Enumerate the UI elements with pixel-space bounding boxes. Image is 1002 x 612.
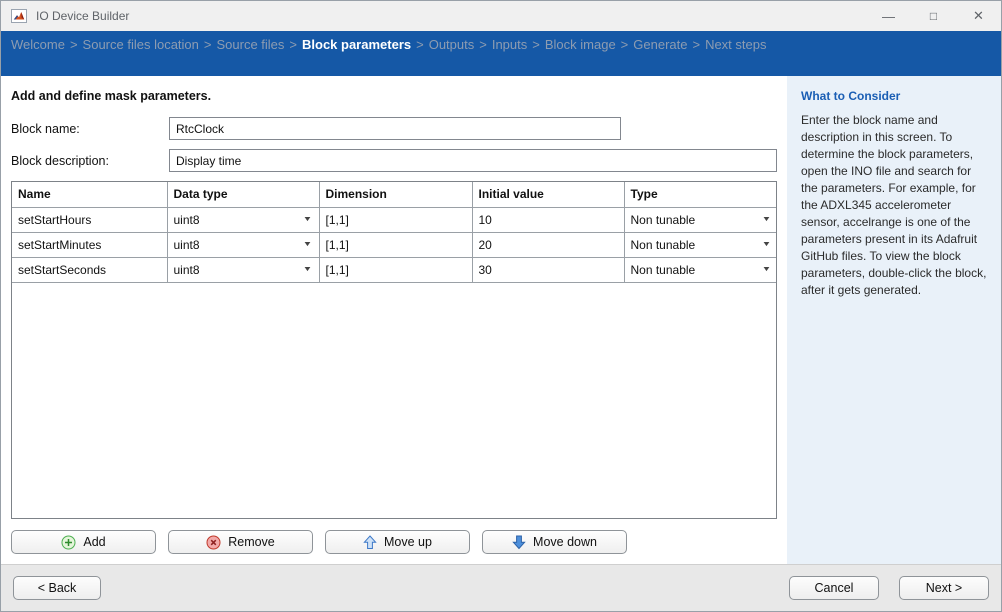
cancel-button[interactable]: Cancel [789,576,879,600]
maximize-icon[interactable]: □ [911,1,956,31]
breadcrumb-separator: > [532,37,540,52]
page-title: Add and define mask parameters. [11,89,777,103]
sidebar-help-text: Enter the block name and description in … [801,112,991,299]
cell-name[interactable]: setStartMinutes [12,232,167,257]
breadcrumb-separator: > [70,37,78,52]
sidebar-title: What to Consider [801,89,991,103]
cell-dimension[interactable]: [1,1] [319,232,472,257]
move-down-button[interactable]: Move down [482,530,627,554]
remove-button-label: Remove [228,535,275,549]
table-row: setStartHours uint8▼ [1,1] 10 Non tunabl… [12,207,777,232]
block-description-label: Block description: [11,154,169,168]
footer-right-buttons: Cancel Next > [789,576,989,600]
titlebar: IO Device Builder — □ ✕ [1,1,1001,31]
block-name-row: Block name: [11,117,777,140]
cell-name[interactable]: setStartHours [12,207,167,232]
breadcrumb-step-next-steps: Next steps [705,37,766,52]
help-sidebar: What to Consider Enter the block name an… [787,76,1002,564]
breadcrumb-step-source-files-location: Source files location [83,37,199,52]
move-up-icon [363,535,377,550]
breadcrumb-separator: > [204,37,212,52]
cell-type-dropdown[interactable]: Non tunable▼ [624,207,777,232]
breadcrumb-step-inputs: Inputs [492,37,527,52]
breadcrumb-separator: > [692,37,700,52]
remove-button[interactable]: Remove [168,530,313,554]
block-name-input[interactable] [169,117,621,140]
content-area: Add and define mask parameters. Block na… [1,76,1001,564]
cell-data-type-dropdown[interactable]: uint8▼ [167,207,319,232]
window-controls: — □ ✕ [866,1,1001,31]
cell-initial-value[interactable]: 10 [472,207,624,232]
dropdown-arrow-icon: ▼ [302,216,312,223]
cell-dimension[interactable]: [1,1] [319,257,472,282]
table-row: setStartSeconds uint8▼ [1,1] 30 Non tuna… [12,257,777,282]
parameters-table: Name Data type Dimension Initial value T… [11,181,777,519]
column-header-name: Name [12,182,167,207]
breadcrumb-step-welcome: Welcome [11,37,65,52]
breadcrumb-separator: > [289,37,297,52]
cell-type-dropdown[interactable]: Non tunable▼ [624,257,777,282]
cell-initial-value[interactable]: 20 [472,232,624,257]
column-header-dimension: Dimension [319,182,472,207]
block-name-label: Block name: [11,122,169,136]
dropdown-arrow-icon: ▼ [762,266,772,273]
table-header-row: Name Data type Dimension Initial value T… [12,182,777,207]
cell-data-type-dropdown[interactable]: uint8▼ [167,257,319,282]
footer-bar: < Back Cancel Next > [1,564,1001,611]
dropdown-arrow-icon: ▼ [762,241,772,248]
close-icon[interactable]: ✕ [956,1,1001,31]
column-header-type: Type [624,182,777,207]
column-header-initial-value: Initial value [472,182,624,207]
add-button-label: Add [83,535,105,549]
next-button[interactable]: Next > [899,576,989,600]
breadcrumb-separator: > [416,37,424,52]
add-button[interactable]: Add [11,530,156,554]
move-down-icon [512,535,526,550]
back-button[interactable]: < Back [13,576,101,600]
main-panel: Add and define mask parameters. Block na… [1,76,787,564]
add-icon [61,535,76,550]
breadcrumb-step-block-image: Block image [545,37,616,52]
move-down-button-label: Move down [533,535,597,549]
breadcrumb-separator: > [479,37,487,52]
move-up-button[interactable]: Move up [325,530,470,554]
cell-type-dropdown[interactable]: Non tunable▼ [624,232,777,257]
cell-name[interactable]: setStartSeconds [12,257,167,282]
breadcrumb-separator: > [621,37,629,52]
breadcrumb-step-block-parameters-active: Block parameters [302,37,411,52]
remove-icon [206,535,221,550]
cell-dimension[interactable]: [1,1] [319,207,472,232]
dropdown-arrow-icon: ▼ [302,266,312,273]
table-row: setStartMinutes uint8▼ [1,1] 20 Non tuna… [12,232,777,257]
breadcrumb-step-outputs: Outputs [429,37,475,52]
io-device-builder-window: IO Device Builder — □ ✕ Welcome > Source f… [0,0,1002,612]
breadcrumb-step-source-files: Source files [216,37,284,52]
block-description-row: Block description: [11,149,777,172]
matlab-logo-icon [11,9,27,23]
dropdown-arrow-icon: ▼ [762,216,772,223]
window-title: IO Device Builder [36,9,129,23]
table-toolbar: Add Remove Move up [11,530,777,554]
breadcrumb-step-generate: Generate [633,37,687,52]
move-up-button-label: Move up [384,535,432,549]
block-description-input[interactable] [169,149,777,172]
minimize-icon[interactable]: — [866,1,911,31]
wizard-breadcrumb: Welcome > Source files location > Source fil… [1,31,1001,76]
cell-data-type-dropdown[interactable]: uint8▼ [167,232,319,257]
cell-initial-value[interactable]: 30 [472,257,624,282]
dropdown-arrow-icon: ▼ [302,241,312,248]
column-header-data-type: Data type [167,182,319,207]
